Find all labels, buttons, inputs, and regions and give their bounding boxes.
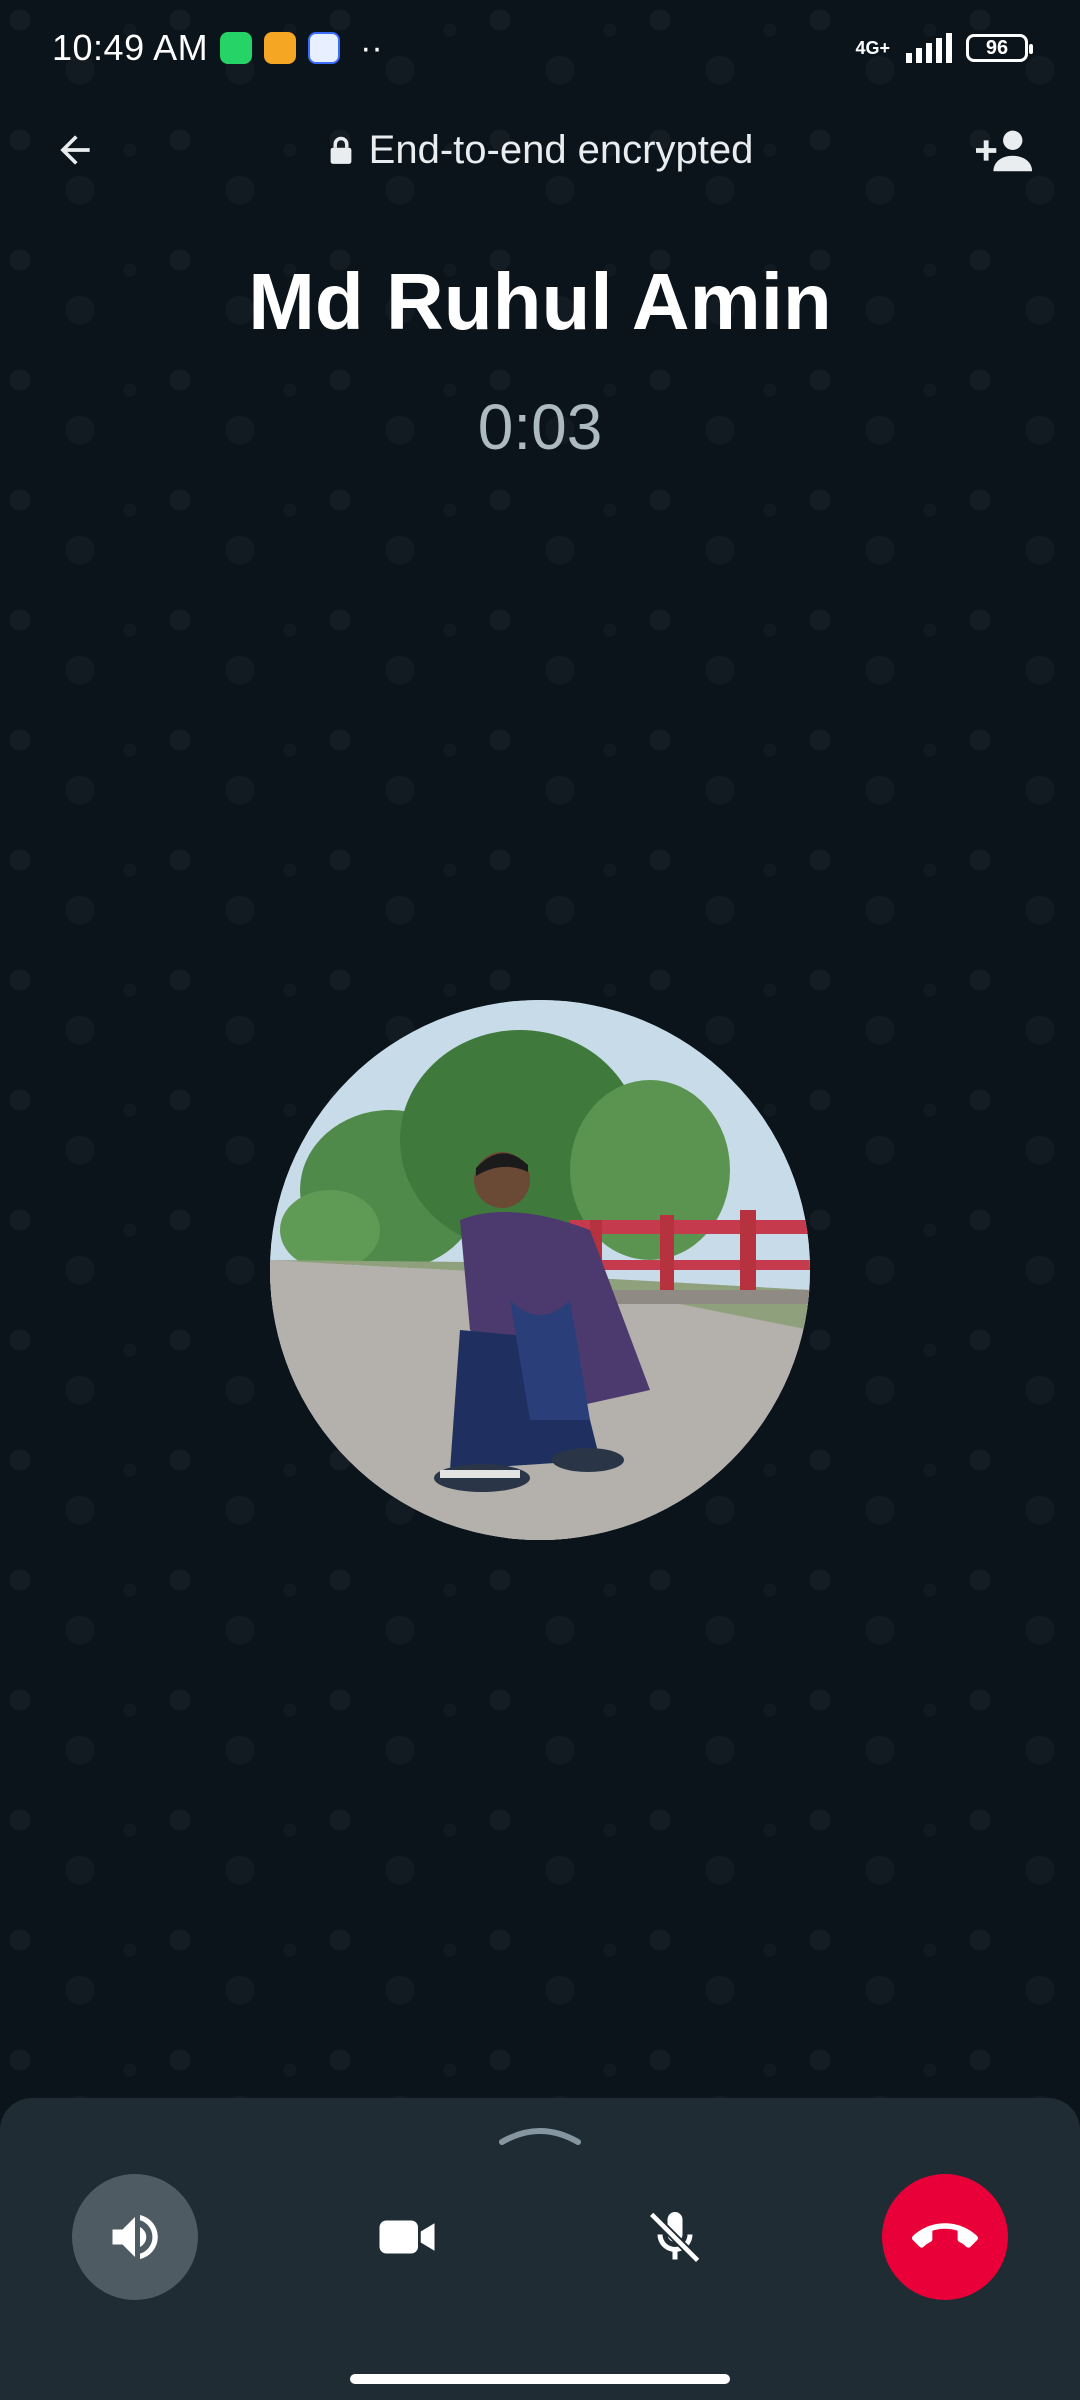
encryption-label: End-to-end encrypted xyxy=(327,127,754,173)
status-left: 10:49 AM ·· xyxy=(52,27,383,69)
battery-level: 96 xyxy=(985,36,1009,59)
contact-name: Md Ruhul Amin xyxy=(248,257,832,346)
status-time: 10:49 AM xyxy=(52,27,209,68)
back-button[interactable] xyxy=(40,115,110,185)
whatsapp-icon xyxy=(220,32,253,64)
speaker-button[interactable] xyxy=(72,2174,198,2300)
arrow-left-icon xyxy=(60,135,90,165)
mic-off-icon xyxy=(647,2210,702,2265)
call-controls-panel xyxy=(0,2098,1080,2400)
contact-avatar xyxy=(270,1000,810,1540)
notes-icon xyxy=(264,32,297,64)
speaker-icon xyxy=(112,2215,158,2259)
battery-icon: 96 xyxy=(966,34,1033,62)
mute-button[interactable] xyxy=(612,2174,738,2300)
home-indicator[interactable] xyxy=(350,2374,730,2384)
expand-chevron-icon[interactable] xyxy=(498,2118,582,2148)
encryption-text: End-to-end encrypted xyxy=(368,127,754,172)
video-camera-icon xyxy=(379,2220,435,2254)
avatar-photo xyxy=(270,1000,810,1540)
baidu-icon xyxy=(308,32,341,64)
call-duration: 0:03 xyxy=(477,391,603,463)
call-top-bar: End-to-end encrypted xyxy=(0,110,1080,190)
video-button[interactable] xyxy=(344,2174,470,2300)
lock-icon xyxy=(330,136,352,164)
network-type: 4G+ xyxy=(855,37,890,58)
add-person-icon xyxy=(976,130,1033,172)
add-participant-button[interactable] xyxy=(970,115,1040,185)
end-call-icon xyxy=(912,2223,978,2248)
more-notifications-icon: ·· xyxy=(360,29,383,67)
end-call-button[interactable] xyxy=(882,2174,1008,2300)
status-bar: 10:49 AM ·· 4G+ 96 xyxy=(0,0,1080,96)
status-right: 4G+ 96 xyxy=(855,33,1033,63)
signal-strength-icon xyxy=(906,33,952,63)
